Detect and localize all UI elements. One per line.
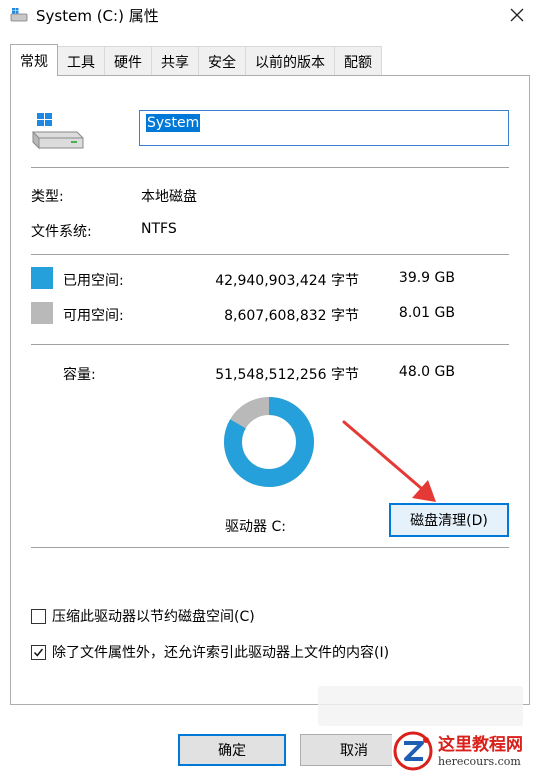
watermark: 这里教程网 herecours.com — [392, 730, 540, 772]
red-arrow-icon — [342, 420, 436, 502]
ok-button[interactable]: 确定 — [178, 734, 286, 766]
index-checkbox[interactable] — [31, 644, 46, 660]
close-icon — [510, 8, 524, 22]
separator — [31, 167, 509, 168]
tab-hardware[interactable]: 硬件 — [104, 46, 152, 76]
tab-tools[interactable]: 工具 — [57, 46, 105, 76]
capacity-size: 48.0 GB — [398, 364, 455, 380]
drive-name-text: System — [146, 114, 201, 132]
index-option[interactable]: 除了文件属性外，还允许索引此驱动器上文件的内容(I) — [31, 642, 389, 662]
capacity-bytes: 51,548,512,256 字节 — [215, 367, 359, 383]
separator — [31, 344, 509, 345]
blurred-region — [318, 686, 523, 726]
checkmark-icon — [33, 648, 44, 657]
used-space-label: 已用空间: — [63, 273, 124, 289]
window-title: System (C:) 属性 — [36, 7, 159, 25]
disk-cleanup-button[interactable]: 磁盘清理(D) — [389, 503, 509, 537]
separator — [31, 547, 509, 548]
watermark-cn-text: 这里教程网 — [438, 734, 523, 755]
tab-previous-versions[interactable]: 以前的版本 — [245, 46, 335, 76]
tab-strip: 常规 工具 硬件 共享 安全 以前的版本 配额 — [10, 44, 382, 76]
drive-icon — [10, 8, 28, 22]
usage-donut-chart — [224, 397, 314, 487]
filesystem-value: NTFS — [141, 221, 177, 237]
type-label: 类型: — [31, 189, 64, 205]
compress-label: 压缩此驱动器以节约磁盘空间(C) — [52, 609, 255, 625]
tab-quota[interactable]: 配额 — [334, 46, 382, 76]
free-space-label: 可用空间: — [63, 308, 124, 324]
close-button[interactable] — [494, 0, 540, 30]
index-label: 除了文件属性外，还允许索引此驱动器上文件的内容(I) — [52, 645, 390, 661]
watermark-en-text: herecours.com — [438, 754, 521, 768]
used-space-bytes: 42,940,903,424 字节 — [215, 273, 359, 289]
free-space-size: 8.01 GB — [398, 305, 455, 321]
type-value: 本地磁盘 — [141, 189, 197, 205]
tab-general[interactable]: 常规 — [10, 44, 58, 76]
used-space-size: 39.9 GB — [398, 270, 455, 286]
separator — [31, 254, 509, 255]
watermark-logo-icon — [393, 731, 433, 771]
drive-name-input[interactable]: System — [139, 110, 509, 146]
drive-letter-label: 驱动器 C: — [225, 519, 286, 535]
compress-option[interactable]: 压缩此驱动器以节约磁盘空间(C) — [31, 606, 255, 626]
title-bar: System (C:) 属性 — [0, 0, 540, 30]
capacity-label: 容量: — [63, 367, 96, 383]
used-space-swatch — [31, 267, 53, 289]
tab-sharing[interactable]: 共享 — [151, 46, 199, 76]
free-space-swatch — [31, 302, 53, 324]
compress-checkbox[interactable] — [31, 608, 46, 624]
hard-drive-icon — [32, 113, 84, 150]
free-space-bytes: 8,607,608,832 字节 — [224, 308, 359, 324]
filesystem-label: 文件系统: — [31, 224, 92, 240]
general-panel: System 类型: 本地磁盘 文件系统: NTFS 已用空间: 42,940,… — [10, 75, 530, 705]
tab-security[interactable]: 安全 — [198, 46, 246, 76]
